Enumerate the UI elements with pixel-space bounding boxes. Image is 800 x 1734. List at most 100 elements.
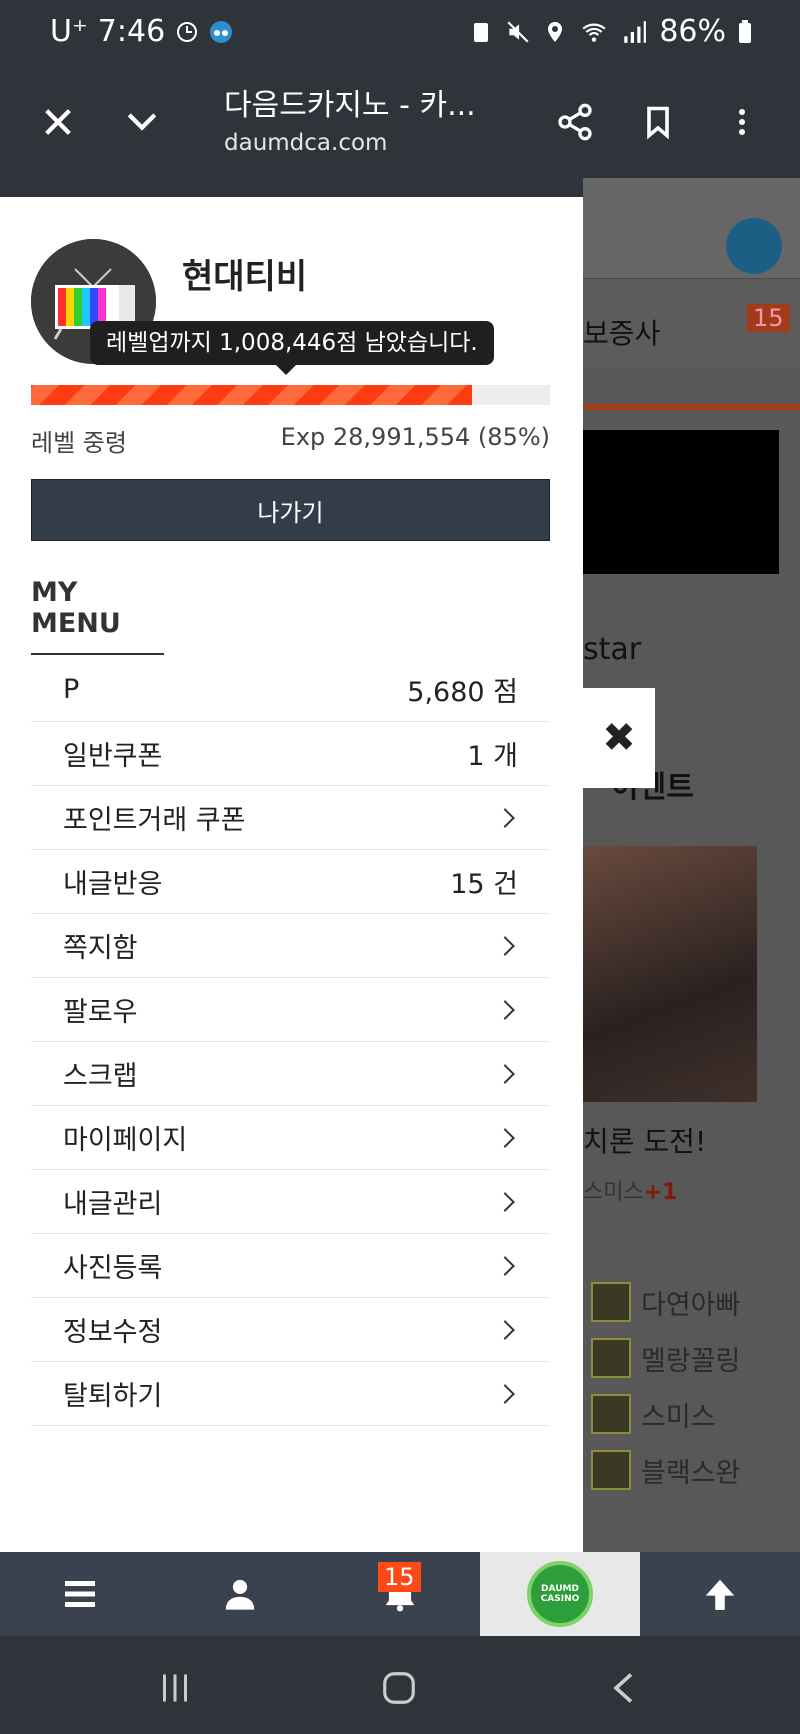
username: 현대티비 xyxy=(182,257,308,297)
chevron-right-icon xyxy=(495,807,515,828)
battery-percent: 86% xyxy=(659,14,726,49)
carrier-label: U⁺ xyxy=(50,14,88,49)
rank-badge-icon xyxy=(591,1394,631,1434)
chevron-right-icon xyxy=(495,1319,515,1340)
menu-item-scrap[interactable]: 스크랩 xyxy=(31,1042,550,1106)
battery-saver-icon xyxy=(474,22,489,42)
bg-notification-badge: 15 xyxy=(747,304,790,332)
bg-rank-name: 스미스 xyxy=(641,1401,716,1433)
bg-rank-name: 블랙스완 xyxy=(641,1457,741,1489)
app-notification-icon xyxy=(210,20,233,43)
system-nav-bar xyxy=(0,1636,800,1734)
share-button[interactable] xyxy=(543,90,607,154)
minimize-button[interactable] xyxy=(110,90,174,154)
chevron-right-icon xyxy=(495,935,515,956)
bg-guarantee-label: 보증사 xyxy=(583,317,661,350)
close-tab-button[interactable] xyxy=(26,90,90,154)
location-icon xyxy=(548,21,563,42)
home-logo-button[interactable]: DAUMD CASINO xyxy=(480,1552,640,1636)
menu-item-label: 내글반응 xyxy=(63,869,163,900)
chevron-right-icon xyxy=(495,1255,515,1276)
menu-item-points[interactable]: P 5,680 점 xyxy=(31,658,550,722)
chevron-right-icon xyxy=(495,1063,515,1084)
bg-challenge-label: 치론 도전! xyxy=(583,1125,707,1158)
rank-badge-icon xyxy=(591,1282,631,1322)
home-button[interactable] xyxy=(374,1666,424,1710)
signal-icon xyxy=(624,20,647,43)
recent-apps-button[interactable] xyxy=(150,1666,200,1710)
menu-item-label: 일반쿠폰 xyxy=(63,741,163,772)
status-bar: U⁺ 7:46 86% xyxy=(0,0,800,66)
rank-badge-icon xyxy=(591,1338,631,1378)
mute-icon xyxy=(507,20,529,43)
notification-badge: 15 xyxy=(378,1562,421,1592)
profile-button[interactable] xyxy=(200,1552,280,1636)
menu-item-label: 내글관리 xyxy=(63,1189,163,1220)
menu-item-edit-info[interactable]: 정보수정 xyxy=(31,1298,550,1362)
bg-rank-item: 블랙스완 xyxy=(591,1450,740,1490)
my-menu-list: P 5,680 점일반쿠폰 1 개 포인트거래 쿠폰내글반응 15 건쪽지함팔로우스크랩… xyxy=(31,658,550,1426)
bg-sub-row: 스미스+1 xyxy=(583,1174,677,1206)
user-icon xyxy=(225,1579,255,1610)
bg-rank-item: 멜랑꼴링 xyxy=(591,1338,740,1378)
arrow-up-icon xyxy=(705,1579,735,1610)
menu-item-label: 팔로우 xyxy=(63,997,138,1028)
bg-rank-item: 스미스 xyxy=(591,1394,716,1434)
close-icon xyxy=(45,109,71,135)
bg-event-photo xyxy=(583,846,757,1102)
menu-item-photo-upload[interactable]: 사진등록 xyxy=(31,1234,550,1298)
menu-item-label: 쪽지함 xyxy=(63,933,138,964)
bookmark-icon xyxy=(647,106,669,140)
page-title: 다음드카지노 - 카... xyxy=(224,88,476,123)
logout-button[interactable]: 나가기 xyxy=(31,479,550,541)
bottom-nav: 15 DAUMD CASINO xyxy=(0,1552,800,1636)
bg-rank-item: 다연아빠 xyxy=(591,1282,740,1322)
level-up-tooltip: 레벨업까지 1,008,446점 남았습니다. xyxy=(90,321,494,375)
rank-badge-icon xyxy=(591,1450,631,1490)
menu-item-label: 탈퇴하기 xyxy=(63,1381,163,1412)
bg-star-label: star xyxy=(583,632,642,667)
menu-button[interactable] xyxy=(40,1552,120,1636)
bg-sub-label: 스미스 xyxy=(583,1180,644,1205)
hamburger-icon xyxy=(65,1580,95,1608)
menu-item-value: 15 건 xyxy=(450,869,518,900)
bg-plus-label: +1 xyxy=(643,1180,678,1205)
chevron-right-icon xyxy=(495,1127,515,1148)
battery-icon xyxy=(739,19,751,43)
menu-item-label: 정보수정 xyxy=(63,1317,163,1348)
menu-item-coupon[interactable]: 일반쿠폰 1 개 xyxy=(31,722,550,786)
bg-banner xyxy=(583,430,779,574)
chevron-down-icon xyxy=(127,113,157,131)
back-button[interactable] xyxy=(600,1666,650,1710)
back-icon xyxy=(613,1673,633,1703)
more-vertical-icon xyxy=(739,109,745,135)
chevron-right-icon xyxy=(495,1383,515,1404)
scroll-top-button[interactable] xyxy=(680,1552,760,1636)
bookmark-button[interactable] xyxy=(626,90,690,154)
menu-item-follow[interactable]: 팔로우 xyxy=(31,978,550,1042)
bg-accent-line xyxy=(583,404,800,410)
time-label: 7:46 xyxy=(97,14,166,49)
menu-item-mypage[interactable]: 마이페이지 xyxy=(31,1106,550,1170)
menu-item-point-trade-coupon[interactable]: 포인트거래 쿠폰 xyxy=(31,786,550,850)
recent-apps-icon xyxy=(163,1674,187,1702)
more-options-button[interactable] xyxy=(710,90,774,154)
menu-item-label: 사진등록 xyxy=(63,1253,163,1284)
menu-item-my-posts[interactable]: 내글관리 xyxy=(31,1170,550,1234)
menu-item-withdraw[interactable]: 탈퇴하기 xyxy=(31,1362,550,1426)
level-progress-bar xyxy=(31,385,550,405)
menu-item-value: 5,680 점 xyxy=(407,677,518,708)
bg-rank-name: 멜랑꼴링 xyxy=(641,1345,741,1377)
close-drawer-button[interactable]: ✖ xyxy=(583,688,655,788)
menu-item-label: P xyxy=(63,674,80,705)
background-page: 보증사 15 star 이벤트 치론 도전! 스미스+1 다연아빠 멜랑꼴링 스… xyxy=(583,178,800,1552)
my-menu-heading: MY MENU xyxy=(31,577,164,655)
menu-item-messages[interactable]: 쪽지함 xyxy=(31,914,550,978)
page-url[interactable]: daumdca.com xyxy=(224,130,387,156)
menu-item-reactions[interactable]: 내글반응 15 건 xyxy=(31,850,550,914)
chevron-right-icon xyxy=(495,1191,515,1212)
share-icon xyxy=(558,103,592,141)
bg-rank-name: 다연아빠 xyxy=(641,1289,741,1321)
browser-toolbar: 다음드카지노 - 카... daumdca.com xyxy=(0,66,800,178)
level-progress-fill xyxy=(31,385,473,405)
